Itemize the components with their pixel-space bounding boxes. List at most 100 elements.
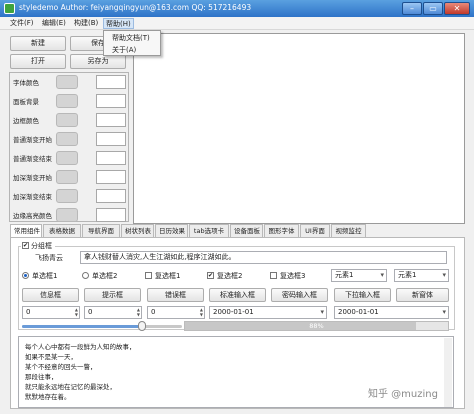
error-box-button[interactable]: 错误框 — [147, 288, 204, 302]
input-box-button[interactable]: 标准输入框 — [209, 288, 266, 302]
spin-arrows-icon[interactable]: ▲ ▼ — [137, 307, 140, 317]
checkbox-label: 复选框1 — [155, 272, 181, 280]
group-box-title: ✔ 分组框 — [21, 240, 55, 250]
color-label: 普通渐变结束 — [13, 155, 52, 163]
radio-button-1[interactable] — [22, 272, 29, 279]
tab-tab-widget[interactable]: tab选项卡 — [189, 224, 229, 237]
spin-value: 0 — [26, 308, 31, 316]
color-swatch[interactable] — [56, 113, 78, 127]
menu-edit[interactable]: 编辑(E) — [40, 18, 68, 29]
color-label: 普通渐变开始 — [13, 136, 52, 144]
minimize-button[interactable]: – — [402, 2, 422, 15]
slider-fill — [22, 325, 142, 328]
color-input[interactable] — [96, 189, 126, 203]
spin-value: 0 — [151, 308, 156, 316]
tab-calendar[interactable]: 日历效果 — [155, 224, 188, 237]
password-input-button[interactable]: 密码输入框 — [271, 288, 328, 302]
double-spin-box[interactable]: 0 ▲ ▼ — [147, 306, 205, 319]
color-input[interactable] — [96, 75, 126, 89]
dropdown-input-button[interactable]: 下拉输入框 — [334, 288, 391, 302]
color-input[interactable] — [96, 113, 126, 127]
text-line: 那段往事， — [25, 373, 58, 381]
spin-arrows-icon[interactable]: ▲ ▼ — [200, 307, 203, 317]
tab-device-panel[interactable]: 设备面板 — [230, 224, 263, 237]
slider[interactable] — [22, 321, 182, 331]
color-label: 加深渐变开始 — [13, 174, 52, 182]
color-swatch[interactable] — [56, 75, 78, 89]
color-label: 边框颜色 — [13, 117, 39, 125]
spin-box-2[interactable]: 0 ▲ ▼ — [84, 306, 142, 319]
color-label: 加深渐变结束 — [13, 193, 52, 201]
tip-box-button[interactable]: 提示框 — [84, 288, 141, 302]
checkbox-label: 复选框2 — [217, 272, 243, 280]
menu-file[interactable]: 文件(F) — [8, 18, 36, 29]
text-line: 默默地存在着。 — [25, 393, 71, 401]
checkbox-3[interactable] — [270, 272, 277, 279]
checkbox-label: 复选框3 — [280, 272, 306, 280]
main-display-panel — [133, 33, 465, 224]
save-as-button[interactable]: 另存为 — [70, 54, 126, 69]
help-dropdown-menu: 帮助文档(T) 关于(A) — [103, 30, 161, 56]
watermark: 知乎 @muzing — [368, 389, 438, 400]
color-swatch[interactable] — [56, 189, 78, 203]
color-input[interactable] — [96, 132, 126, 146]
checkbox-2[interactable]: ✔ — [207, 272, 214, 279]
radio-label: 单选框1 — [32, 272, 58, 280]
color-input[interactable] — [96, 170, 126, 184]
menu-build[interactable]: 构建(B) — [72, 18, 100, 29]
date-edit-1[interactable]: 2000-01-01 — [209, 306, 327, 319]
vertical-scrollbar[interactable] — [444, 338, 452, 407]
text-line: 如果不是某一天， — [25, 353, 77, 361]
color-swatch[interactable] — [56, 132, 78, 146]
maximize-button[interactable]: ▭ — [423, 2, 443, 15]
color-swatch[interactable] — [56, 151, 78, 165]
new-button[interactable]: 新建 — [10, 36, 66, 51]
color-label: 面板背景 — [13, 98, 39, 106]
tab-navigation[interactable]: 导航界面 — [82, 224, 120, 237]
new-window-button[interactable]: 新窗体 — [396, 288, 449, 302]
close-button[interactable]: ✕ — [444, 2, 470, 15]
app-icon — [4, 3, 15, 14]
color-input[interactable] — [96, 208, 126, 222]
text-line: 每个人心中都有一段鲜为人知的故事， — [25, 343, 136, 351]
group-box-checkbox[interactable]: ✔ — [22, 242, 29, 249]
color-label: 边缘高亮颜色 — [13, 212, 52, 220]
slider-handle[interactable] — [138, 321, 146, 331]
spin-arrows-icon[interactable]: ▲ ▼ — [75, 307, 78, 317]
combo-box-2[interactable]: 元素1 — [394, 269, 449, 282]
tab-icon-font[interactable]: 图形字体 — [264, 224, 299, 237]
progress-bar: 88% — [184, 321, 449, 331]
date-edit-2[interactable]: 2000-01-01 — [334, 306, 449, 319]
tab-video-monitor[interactable]: 视频监控 — [331, 224, 366, 237]
text-line: 某个不经意的回头一瞥， — [25, 363, 97, 371]
radio-label: 单选框2 — [92, 272, 118, 280]
tab-common-widgets[interactable]: 常用组件 — [10, 224, 42, 238]
combo-box-1[interactable]: 元素1 — [331, 269, 387, 282]
spin-box-1[interactable]: 0 ▲ ▼ — [22, 306, 80, 319]
color-input[interactable] — [96, 94, 126, 108]
tab-ui[interactable]: UI界面 — [300, 224, 330, 237]
color-swatch[interactable] — [56, 94, 78, 108]
menu-help[interactable]: 帮助(H) — [103, 18, 134, 29]
group-box-label: 分组框 — [31, 242, 52, 250]
tab-tree-list[interactable]: 树状列表 — [121, 224, 154, 237]
text-input[interactable]: 拿人钱财替人消灾,人生江湖如此,程序江湖如此。 — [80, 251, 447, 264]
tab-bar: 常用组件 表格数据 导航界面 树状列表 日历效果 tab选项卡 设备面板 图形字… — [10, 224, 465, 238]
color-input[interactable] — [96, 151, 126, 165]
message-box-button[interactable]: 信息框 — [22, 288, 79, 302]
window-title: styledemo Author: feiyangqingyun@163.com… — [19, 3, 252, 12]
menu-item-about[interactable]: 关于(A) — [112, 45, 136, 55]
spin-value: 0 — [88, 308, 93, 316]
line-label: 飞扬青云 — [35, 254, 63, 262]
tab-table-data[interactable]: 表格数据 — [43, 224, 81, 237]
open-button[interactable]: 打开 — [10, 54, 66, 69]
checkbox-1[interactable] — [145, 272, 152, 279]
title-bar: styledemo Author: feiyangqingyun@163.com… — [0, 0, 474, 17]
color-swatch[interactable] — [56, 208, 78, 222]
menu-item-help-doc[interactable]: 帮助文档(T) — [112, 33, 150, 43]
color-label: 字体颜色 — [13, 79, 39, 87]
radio-button-2[interactable] — [82, 272, 89, 279]
color-swatch[interactable] — [56, 170, 78, 184]
progress-label: 88% — [309, 322, 324, 330]
menu-bar: 文件(F) 编辑(E) 构建(B) 帮助(H) — [0, 17, 474, 30]
